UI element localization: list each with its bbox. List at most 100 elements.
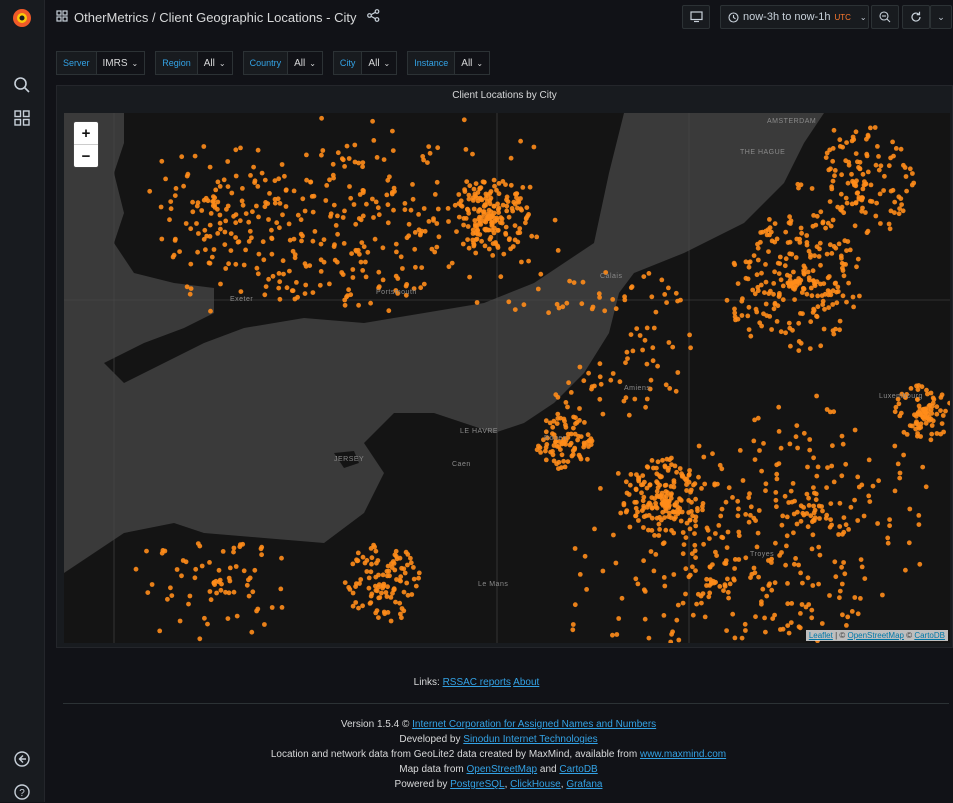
client-marker[interactable] — [791, 511, 797, 517]
client-marker[interactable] — [426, 144, 432, 149]
client-marker[interactable] — [726, 595, 731, 601]
client-marker[interactable] — [531, 144, 537, 150]
client-marker[interactable] — [822, 291, 828, 297]
client-marker[interactable] — [938, 408, 943, 413]
client-marker[interactable] — [292, 296, 298, 302]
client-marker[interactable] — [785, 280, 791, 286]
client-marker[interactable] — [644, 485, 650, 491]
client-marker[interactable] — [646, 635, 652, 641]
client-marker[interactable] — [687, 526, 693, 532]
client-marker[interactable] — [641, 558, 646, 564]
cartodb-link[interactable]: CartoDB — [559, 764, 597, 775]
client-marker[interactable] — [317, 282, 323, 288]
client-marker[interactable] — [649, 458, 655, 463]
client-marker[interactable] — [908, 386, 914, 391]
variable-country-select[interactable]: All ⌄ — [288, 51, 323, 75]
client-marker[interactable] — [814, 393, 819, 399]
client-marker[interactable] — [895, 461, 901, 467]
client-marker[interactable] — [798, 611, 803, 616]
client-marker[interactable] — [335, 231, 340, 237]
client-marker[interactable] — [642, 616, 648, 622]
client-marker[interactable] — [561, 458, 566, 464]
client-marker[interactable] — [806, 275, 812, 281]
client-marker[interactable] — [813, 491, 819, 497]
client-marker[interactable] — [644, 396, 650, 402]
client-marker[interactable] — [814, 244, 820, 250]
client-marker[interactable] — [916, 522, 922, 527]
client-marker[interactable] — [666, 285, 671, 291]
client-marker[interactable] — [376, 269, 382, 275]
client-marker[interactable] — [254, 203, 259, 209]
client-marker[interactable] — [776, 271, 782, 276]
client-marker[interactable] — [829, 251, 835, 256]
client-marker[interactable] — [302, 208, 308, 214]
client-marker[interactable] — [409, 592, 415, 597]
client-marker[interactable] — [830, 288, 836, 294]
client-marker[interactable] — [666, 465, 671, 471]
client-marker[interactable] — [934, 404, 940, 410]
client-marker[interactable] — [369, 555, 375, 561]
client-marker[interactable] — [461, 222, 466, 228]
client-marker[interactable] — [643, 513, 649, 519]
client-marker[interactable] — [350, 603, 356, 609]
client-marker[interactable] — [240, 202, 246, 208]
client-marker[interactable] — [233, 220, 239, 226]
client-marker[interactable] — [501, 251, 507, 257]
client-marker[interactable] — [912, 412, 917, 418]
client-marker[interactable] — [623, 360, 628, 366]
client-marker[interactable] — [251, 164, 256, 170]
client-marker[interactable] — [335, 213, 340, 219]
client-marker[interactable] — [636, 477, 641, 482]
client-marker[interactable] — [275, 196, 281, 202]
client-marker[interactable] — [763, 488, 768, 494]
client-marker[interactable] — [270, 273, 276, 279]
client-marker[interactable] — [643, 404, 648, 410]
client-marker[interactable] — [833, 245, 839, 251]
client-marker[interactable] — [262, 292, 268, 298]
client-marker[interactable] — [808, 285, 814, 291]
client-marker[interactable] — [867, 198, 873, 204]
client-marker[interactable] — [485, 214, 491, 220]
client-marker[interactable] — [283, 204, 289, 209]
client-marker[interactable] — [207, 560, 212, 565]
client-marker[interactable] — [597, 396, 603, 402]
client-marker[interactable] — [657, 527, 662, 532]
client-marker[interactable] — [843, 195, 849, 201]
client-marker[interactable] — [610, 632, 615, 638]
client-marker[interactable] — [628, 332, 634, 337]
client-marker[interactable] — [145, 590, 151, 595]
client-marker[interactable] — [823, 515, 829, 521]
client-marker[interactable] — [571, 425, 576, 431]
client-marker[interactable] — [241, 568, 247, 574]
client-marker[interactable] — [743, 628, 748, 633]
client-marker[interactable] — [861, 513, 867, 519]
client-marker[interactable] — [276, 271, 282, 276]
client-marker[interactable] — [840, 144, 845, 150]
client-marker[interactable] — [828, 501, 834, 506]
client-marker[interactable] — [566, 380, 571, 386]
client-marker[interactable] — [486, 246, 492, 252]
client-marker[interactable] — [364, 201, 369, 207]
client-marker[interactable] — [851, 304, 856, 310]
client-marker[interactable] — [858, 557, 864, 562]
client-marker[interactable] — [342, 164, 347, 169]
client-marker[interactable] — [736, 506, 741, 512]
client-marker[interactable] — [834, 300, 840, 306]
client-marker[interactable] — [766, 249, 771, 255]
client-marker[interactable] — [780, 283, 786, 289]
client-marker[interactable] — [755, 257, 761, 263]
client-marker[interactable] — [759, 270, 764, 276]
client-marker[interactable] — [613, 306, 619, 312]
client-marker[interactable] — [891, 153, 896, 159]
client-marker[interactable] — [162, 548, 168, 554]
client-marker[interactable] — [195, 249, 201, 255]
client-marker[interactable] — [598, 381, 604, 387]
client-marker[interactable] — [739, 635, 745, 641]
client-marker[interactable] — [928, 437, 934, 443]
client-marker[interactable] — [755, 530, 761, 536]
client-marker[interactable] — [367, 601, 373, 606]
client-marker[interactable] — [490, 241, 496, 247]
client-marker[interactable] — [372, 544, 377, 550]
client-marker[interactable] — [640, 347, 645, 353]
client-marker[interactable] — [370, 196, 375, 202]
